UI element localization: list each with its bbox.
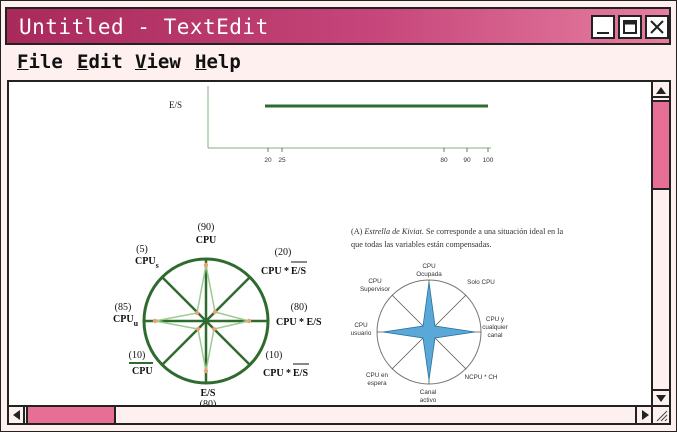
- menu-edit-label: dit: [88, 51, 123, 73]
- data-point: [246, 318, 252, 324]
- data-point: [213, 310, 217, 314]
- menu-file-label: ile: [28, 51, 63, 73]
- menu-view[interactable]: View: [135, 51, 181, 73]
- label-l-value: (85): [115, 302, 132, 313]
- document-canvas: E/S 20 25 80 90 100 (90) CPU (5) CPUs (2…: [11, 84, 653, 407]
- label-b-2: activo: [420, 397, 437, 404]
- label-b-1: Canal: [420, 389, 436, 396]
- menu-edit-mnemonic: E: [77, 51, 89, 73]
- scroll-down-button[interactable]: [653, 389, 669, 405]
- label-br-value: (10): [266, 350, 283, 361]
- label-top-1: CPU: [422, 263, 436, 270]
- menu-file-mnemonic: F: [17, 51, 29, 73]
- label-tr-over: E/S: [291, 266, 306, 277]
- label-l-1: CPU: [354, 322, 368, 329]
- menu-view-mnemonic: V: [135, 51, 147, 73]
- label-l-2: usuario: [351, 330, 372, 337]
- label-tl-1: CPU: [368, 278, 382, 285]
- maximize-icon: [623, 20, 637, 34]
- scroll-right-button[interactable]: [635, 407, 651, 423]
- label-bottom: E/S: [200, 388, 215, 399]
- horizontal-scrollbar[interactable]: [9, 405, 651, 423]
- document-figure: E/S 20 25 80 90 100 (90) CPU (5) CPUs (2…: [113, 86, 563, 407]
- document-area[interactable]: E/S 20 25 80 90 100 (90) CPU (5) CPUs (2…: [7, 80, 671, 425]
- data-point: [203, 262, 209, 268]
- kiviat-left: (90) CPU (5) CPUs (20) CPU * E/S (85) CP…: [113, 222, 322, 407]
- tick-label: 20: [264, 157, 272, 164]
- menu-help[interactable]: Help: [195, 51, 241, 73]
- label-br-over: E/S: [293, 368, 308, 379]
- tick-label: 90: [463, 157, 471, 164]
- label-r-1: CPU y: [486, 316, 505, 323]
- top-bar-chart: E/S 20 25 80 90 100: [169, 86, 494, 164]
- label-top-2: Ocupada: [416, 271, 442, 278]
- label-r-3: canal: [487, 332, 502, 339]
- caption-italic: Estrella de Kiviat.: [363, 227, 424, 236]
- scroll-up-button[interactable]: [653, 82, 669, 98]
- textedit-window: Untitled - TextEdit File Edit View Help: [0, 0, 677, 432]
- label-tl-value: (5): [136, 244, 148, 255]
- row-label: E/S: [169, 100, 182, 110]
- data-point: [195, 311, 199, 315]
- label-bl-1: CPU en: [366, 372, 389, 379]
- tick-label: 80: [440, 157, 448, 164]
- close-icon: [650, 20, 664, 34]
- data-point: [196, 327, 200, 331]
- title-bar[interactable]: Untitled - TextEdit: [5, 7, 671, 45]
- label-bl-2: espera: [367, 380, 387, 387]
- label-br: NCPU * CH: [465, 374, 498, 381]
- horizontal-scroll-thumb[interactable]: [26, 407, 116, 423]
- label-tl-2: Supervisor: [360, 286, 390, 293]
- menu-help-label: elp: [206, 51, 241, 73]
- label-top: CPU: [196, 235, 217, 246]
- label-bl-value: (10): [129, 350, 146, 361]
- label-r: CPU * E/S: [276, 317, 322, 328]
- label-top-value: (90): [198, 222, 215, 233]
- maximize-button[interactable]: [618, 15, 642, 39]
- vertical-scroll-thumb[interactable]: [653, 100, 669, 190]
- label-br-main: CPU *: [263, 368, 291, 379]
- triangle-up-icon: [656, 87, 666, 94]
- triangle-down-icon: [656, 395, 666, 402]
- resize-grip-icon: [656, 410, 668, 422]
- data-point: [203, 368, 209, 374]
- menu-edit[interactable]: Edit: [77, 51, 123, 73]
- label-r-2: cualquier: [482, 324, 508, 331]
- menu-file[interactable]: File: [17, 51, 63, 73]
- menu-help-mnemonic: H: [195, 51, 207, 73]
- minimize-button[interactable]: [591, 15, 615, 39]
- label-l-sub: u: [134, 319, 139, 328]
- caption-line-1: (A) Estrella de Kiviat. Se corresponde a…: [351, 227, 563, 236]
- minimize-icon: [597, 32, 609, 34]
- triangle-left-icon: [13, 410, 20, 420]
- scroll-left-button[interactable]: [9, 407, 25, 423]
- figure-caption: (A) Estrella de Kiviat. Se corresponde a…: [351, 227, 563, 249]
- label-tl: CPUs: [135, 256, 159, 270]
- window-title: Untitled - TextEdit: [19, 15, 269, 39]
- label-bl: CPU: [132, 366, 153, 377]
- vertical-scrollbar[interactable]: [651, 82, 669, 405]
- caption-prefix: (A): [351, 227, 364, 236]
- caption-line-2: que todas las variables están compensada…: [351, 240, 492, 249]
- x-ticks: 20 25 80 90 100: [264, 148, 494, 164]
- label-l-main: CPU: [113, 314, 134, 325]
- tick-label: 100: [483, 157, 494, 164]
- data-point: [152, 318, 158, 324]
- label-l: CPUu: [113, 314, 139, 328]
- menu-view-label: iew: [146, 51, 181, 73]
- close-button[interactable]: [645, 15, 669, 39]
- label-tr-value: (20): [275, 247, 292, 258]
- kiviat-right: CPU Ocupada Solo CPU CPU y cualquier can…: [351, 263, 508, 404]
- caption-rest: Se corresponde a una situación ideal en …: [424, 227, 564, 236]
- label-tl-main: CPU: [135, 256, 156, 267]
- label-tr: Solo CPU: [467, 279, 495, 286]
- label-r-value: (80): [291, 302, 308, 313]
- label-tl-sub: s: [156, 261, 159, 270]
- label-tr-main: CPU *: [261, 266, 289, 277]
- tick-label: 25: [278, 157, 286, 164]
- kiviat-profile-fill: [382, 281, 476, 381]
- resize-grip[interactable]: [651, 405, 669, 423]
- data-point: [212, 327, 216, 331]
